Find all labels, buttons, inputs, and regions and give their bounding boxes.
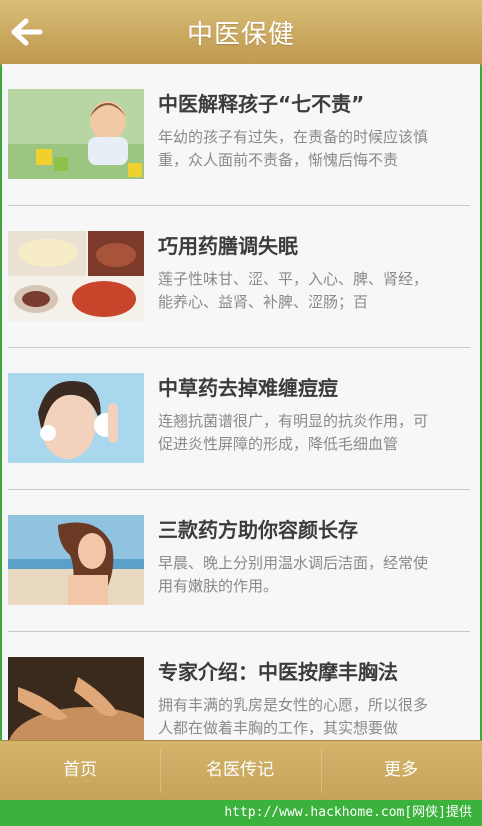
article-title: 中草药去掉难缠痘痘	[158, 376, 338, 400]
tab-home[interactable]: 首页	[0, 741, 160, 801]
list-item[interactable]: 中草药去掉难缠痘痘 连翘抗菌谱很广，有明显的抗炎作用，可促进炎性屏障的形成，降低…	[2, 348, 480, 490]
article-list[interactable]: 中医解释孩子“七不责” 年幼的孩子有过失，在责备的时候应该慎重，众人面前不责备，…	[2, 64, 480, 740]
thumbnail-beach-woman-image	[8, 515, 144, 605]
article-title: 专家介绍：中医按摩丰胸法	[158, 660, 398, 684]
list-item[interactable]: 三款药方助你容颜长存 早晨、晚上分别用温水调后洁面，经常使用有嫩肤的作用。	[2, 490, 480, 632]
article-summary: 年幼的孩子有过失，在责备的时候应该慎重，众人面前不责备，惭愧后悔不责	[158, 128, 429, 169]
tab-famous-doctors[interactable]: 名医传记	[160, 741, 320, 801]
source-watermark: http://www.hackhome.com[网侠]提供	[0, 800, 482, 826]
thumbnail-massage-image	[8, 657, 144, 740]
article-title: 中医解释孩子“七不责”	[158, 92, 365, 116]
header-bar: 中医保健	[0, 0, 482, 65]
list-item[interactable]: 专家介绍：中医按摩丰胸法 拥有丰满的乳房是女性的心愿，所以很多人都在做着丰胸的工…	[2, 632, 480, 740]
article-summary: 拥有丰满的乳房是女性的心愿，所以很多人都在做着丰胸的工作，其实想要做	[158, 696, 429, 737]
article-summary: 早晨、晚上分别用温水调后洁面，经常使用有嫩肤的作用。	[158, 554, 429, 595]
page-title: 中医保健	[186, 20, 295, 50]
bottom-tab-bar: 首页 名医传记 更多	[0, 740, 482, 801]
tab-more[interactable]: 更多	[321, 741, 481, 801]
article-summary: 连翘抗菌谱很广，有明显的抗炎作用，可促进炎性屏障的形成，降低毛细血管	[158, 412, 429, 453]
article-summary: 莲子性味甘、涩、平，入心、脾、肾经，能养心、益肾、补脾、涩肠；百	[158, 270, 429, 311]
list-item[interactable]: 中医解释孩子“七不责” 年幼的孩子有过失，在责备的时候应该慎重，众人面前不责备，…	[2, 64, 480, 206]
thumbnail-face-wash-image	[8, 373, 144, 463]
list-item[interactable]: 巧用药膳调失眠 莲子性味甘、涩、平，入心、脾、肾经，能养心、益肾、补脾、涩肠；百	[2, 206, 480, 348]
thumbnail-baby-image	[8, 89, 144, 179]
thumbnail-medicinal-food-image	[8, 231, 144, 321]
article-title: 巧用药膳调失眠	[158, 234, 298, 258]
article-title: 三款药方助你容颜长存	[158, 518, 358, 542]
